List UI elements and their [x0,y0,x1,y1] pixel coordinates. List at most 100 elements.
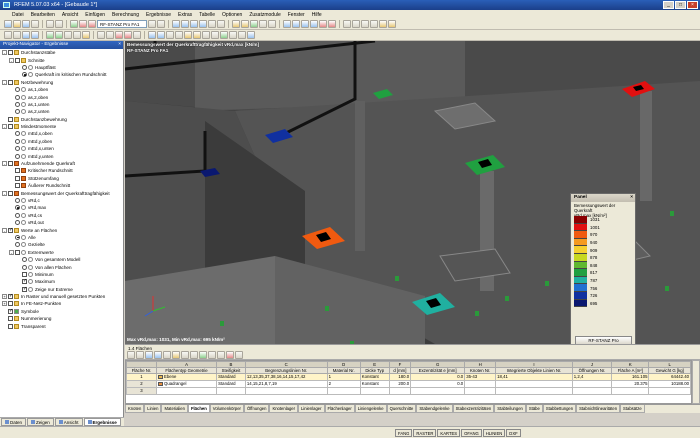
sheet-tab[interactable]: Liniengelenke [354,405,387,413]
tree-item[interactable]: Minimum [0,271,123,278]
checkbox[interactable] [22,286,27,292]
checkbox[interactable] [8,50,13,56]
radio-button[interactable] [22,257,27,263]
cell-weight[interactable]: 64442.40 [648,373,691,381]
sheet-tab[interactable]: Linienlager [298,405,325,413]
surface-icon[interactable] [301,20,309,28]
cell-d[interactable]: 180.0 [388,373,412,381]
table-tool-icon[interactable] [181,351,189,359]
tool-icon[interactable] [133,31,141,39]
tree-item[interactable]: Gezielte [0,241,123,248]
tab-ansicht[interactable]: Ansicht [54,418,83,426]
checkbox[interactable] [8,316,13,322]
maximize-button[interactable]: □ [675,1,686,9]
radio-button[interactable] [15,153,20,159]
tool-icon[interactable] [148,31,156,39]
tree-item[interactable]: - Netzbewehrung [0,79,123,86]
calculate-icon[interactable] [70,20,78,28]
cell-mat[interactable] [326,387,361,395]
tool-icon[interactable] [97,31,105,39]
menu-tabelle[interactable]: Tabelle [199,12,215,18]
tree-item[interactable]: mEd,y,oben [0,138,123,145]
sheet-tab[interactable]: Knoten [125,405,145,413]
radio-button[interactable] [15,101,20,107]
tool-icon[interactable] [46,31,54,39]
tool-icon[interactable] [229,31,237,39]
close-icon[interactable]: × [118,41,121,49]
tool-icon[interactable] [166,31,174,39]
cell-no[interactable]: 3 [126,387,157,395]
new-icon[interactable] [4,20,12,28]
tree-item[interactable]: mEd,x,unten [0,145,123,152]
radio-button[interactable] [15,109,20,115]
menu-berechnung[interactable]: Berechnung [112,12,139,18]
cell-area[interactable]: 161.105 [611,373,650,381]
menu-fenster[interactable]: Fenster [288,12,305,18]
table-tool-icon[interactable] [127,351,135,359]
checkbox[interactable] [8,116,13,122]
cell-openings[interactable]: 1,2,4 [571,373,613,381]
tab-daten[interactable]: Daten [1,418,27,426]
table-tool-icon[interactable] [163,351,171,359]
status-toggle[interactable]: DXF [506,428,521,437]
radio-button[interactable] [15,242,20,248]
expander-icon[interactable]: - [2,227,7,233]
radio-button[interactable] [15,131,20,137]
radio-button[interactable] [22,72,27,78]
cell-thick[interactable] [359,387,390,395]
cell-geom[interactable]: Quadrangel [155,380,218,388]
sheet-tab[interactable]: Stabsätze [620,405,645,413]
radio-button[interactable] [15,220,20,226]
radio-button[interactable] [22,264,27,270]
column-header[interactable]: Flächentyp Geometrie [155,367,218,374]
cell-no[interactable]: 2 [126,380,157,388]
tool-icon[interactable] [202,31,210,39]
filter-icon[interactable] [250,20,258,28]
print-icon[interactable] [31,20,39,28]
close-button[interactable]: × [687,1,698,9]
save-icon[interactable] [22,20,30,28]
menu-bearbeiten[interactable]: Bearbeiten [31,12,55,18]
sheet-tab[interactable]: Stabbettungen [542,405,577,413]
cell-lines[interactable] [244,387,328,395]
table-icon[interactable] [379,20,387,28]
cell-geom[interactable]: Ebene [155,373,218,381]
view-x-icon[interactable] [181,20,189,28]
cell-openings[interactable] [571,387,613,395]
table-scrollbar[interactable] [692,360,700,404]
checkbox[interactable] [15,57,20,63]
expander-icon[interactable]: - [2,190,7,196]
cell-weight[interactable] [648,387,691,395]
sheet-tab[interactable]: Linien [144,405,162,413]
sheet-tab[interactable]: Stäbe [525,405,543,413]
status-toggle[interactable]: HLINIEN [482,428,506,437]
tree-item[interactable]: as,1,oben [0,86,123,93]
menu-zusatzmodule[interactable]: Zusatzmodule [249,12,280,18]
tree-item[interactable]: as,2,unten [0,108,123,115]
checkbox[interactable] [15,183,20,189]
radio-button[interactable] [22,64,27,70]
checkbox[interactable] [15,249,20,255]
cell-e[interactable]: 0.0 [410,373,466,381]
checkbox[interactable] [8,161,13,167]
tree-item[interactable]: - Schnitte [0,56,123,63]
menu-einfuegen[interactable]: Einfügen [85,12,105,18]
tree-item[interactable]: + In Raster und manuell gesetzten Punkten [0,293,123,300]
tool-icon[interactable] [157,31,165,39]
checkbox[interactable] [8,124,13,130]
tool-icon[interactable] [238,31,246,39]
expander-icon[interactable]: - [2,161,7,167]
sheet-tab[interactable]: Stabendgelenke [416,405,453,413]
tool-icon[interactable] [73,31,81,39]
tree-item[interactable]: Maximum [0,278,123,285]
radio-button[interactable] [15,138,20,144]
menu-extras[interactable]: Extras [178,12,192,18]
cell-nodes[interactable] [464,380,497,388]
render-icon[interactable] [232,20,240,28]
cell-stiff[interactable] [216,387,246,395]
sheet-tab[interactable]: Volumenkörper [209,405,244,413]
tree-item[interactable]: Transparent [0,322,123,329]
table-row[interactable]: 3 [126,387,691,395]
table-tool-icon[interactable] [172,351,180,359]
checkbox[interactable] [8,79,13,85]
